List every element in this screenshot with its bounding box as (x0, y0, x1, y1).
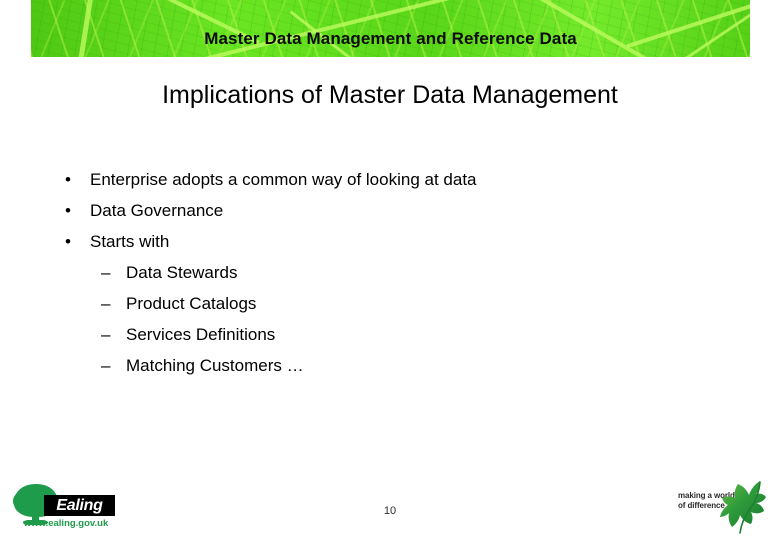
list-item: • Enterprise adopts a common way of look… (60, 164, 720, 195)
list-item: – Product Catalogs (60, 288, 720, 319)
tagline-logo: making a world of difference (676, 479, 774, 535)
dash-marker-icon: – (101, 356, 111, 375)
page-number: 10 (383, 505, 397, 517)
header-banner: Master Data Management and Reference Dat… (31, 0, 750, 57)
list-item: • Starts with (60, 226, 720, 257)
list-item: • Data Governance (60, 195, 720, 226)
ealing-wordmark-label: Ealing (56, 496, 103, 514)
list-item-label: Product Catalogs (126, 294, 257, 313)
bullet-list: • Enterprise adopts a common way of look… (60, 164, 720, 381)
bullet-marker-icon: • (65, 232, 71, 251)
slide: Master Data Management and Reference Dat… (0, 0, 780, 540)
bullet-marker-icon: • (65, 170, 71, 189)
list-item-label: Matching Customers … (126, 356, 304, 375)
dash-marker-icon: – (101, 263, 111, 282)
list-item: – Services Definitions (60, 319, 720, 350)
list-item-label: Services Definitions (126, 325, 276, 344)
header-banner-title: Master Data Management and Reference Dat… (204, 29, 577, 48)
list-item-label: Data Governance (90, 201, 224, 220)
oak-leaf-icon (720, 481, 766, 534)
dash-marker-icon: – (101, 325, 111, 344)
list-item-label: Starts with (90, 232, 170, 251)
list-item: – Matching Customers … (60, 350, 720, 381)
bullet-marker-icon: • (65, 201, 71, 220)
ealing-website-url: www.ealing.gov.uk (23, 518, 109, 529)
list-item-label: Data Stewards (126, 263, 238, 282)
page-title: Implications of Master Data Management (162, 81, 618, 109)
ealing-wordmark-box: Ealing (44, 495, 115, 516)
list-item-label: Enterprise adopts a common way of lookin… (90, 170, 477, 189)
ealing-logo: Ealing www.ealing.gov.uk (8, 483, 116, 533)
dash-marker-icon: – (101, 294, 111, 313)
list-item: – Data Stewards (60, 257, 720, 288)
tree-canopy-shape (13, 492, 31, 510)
